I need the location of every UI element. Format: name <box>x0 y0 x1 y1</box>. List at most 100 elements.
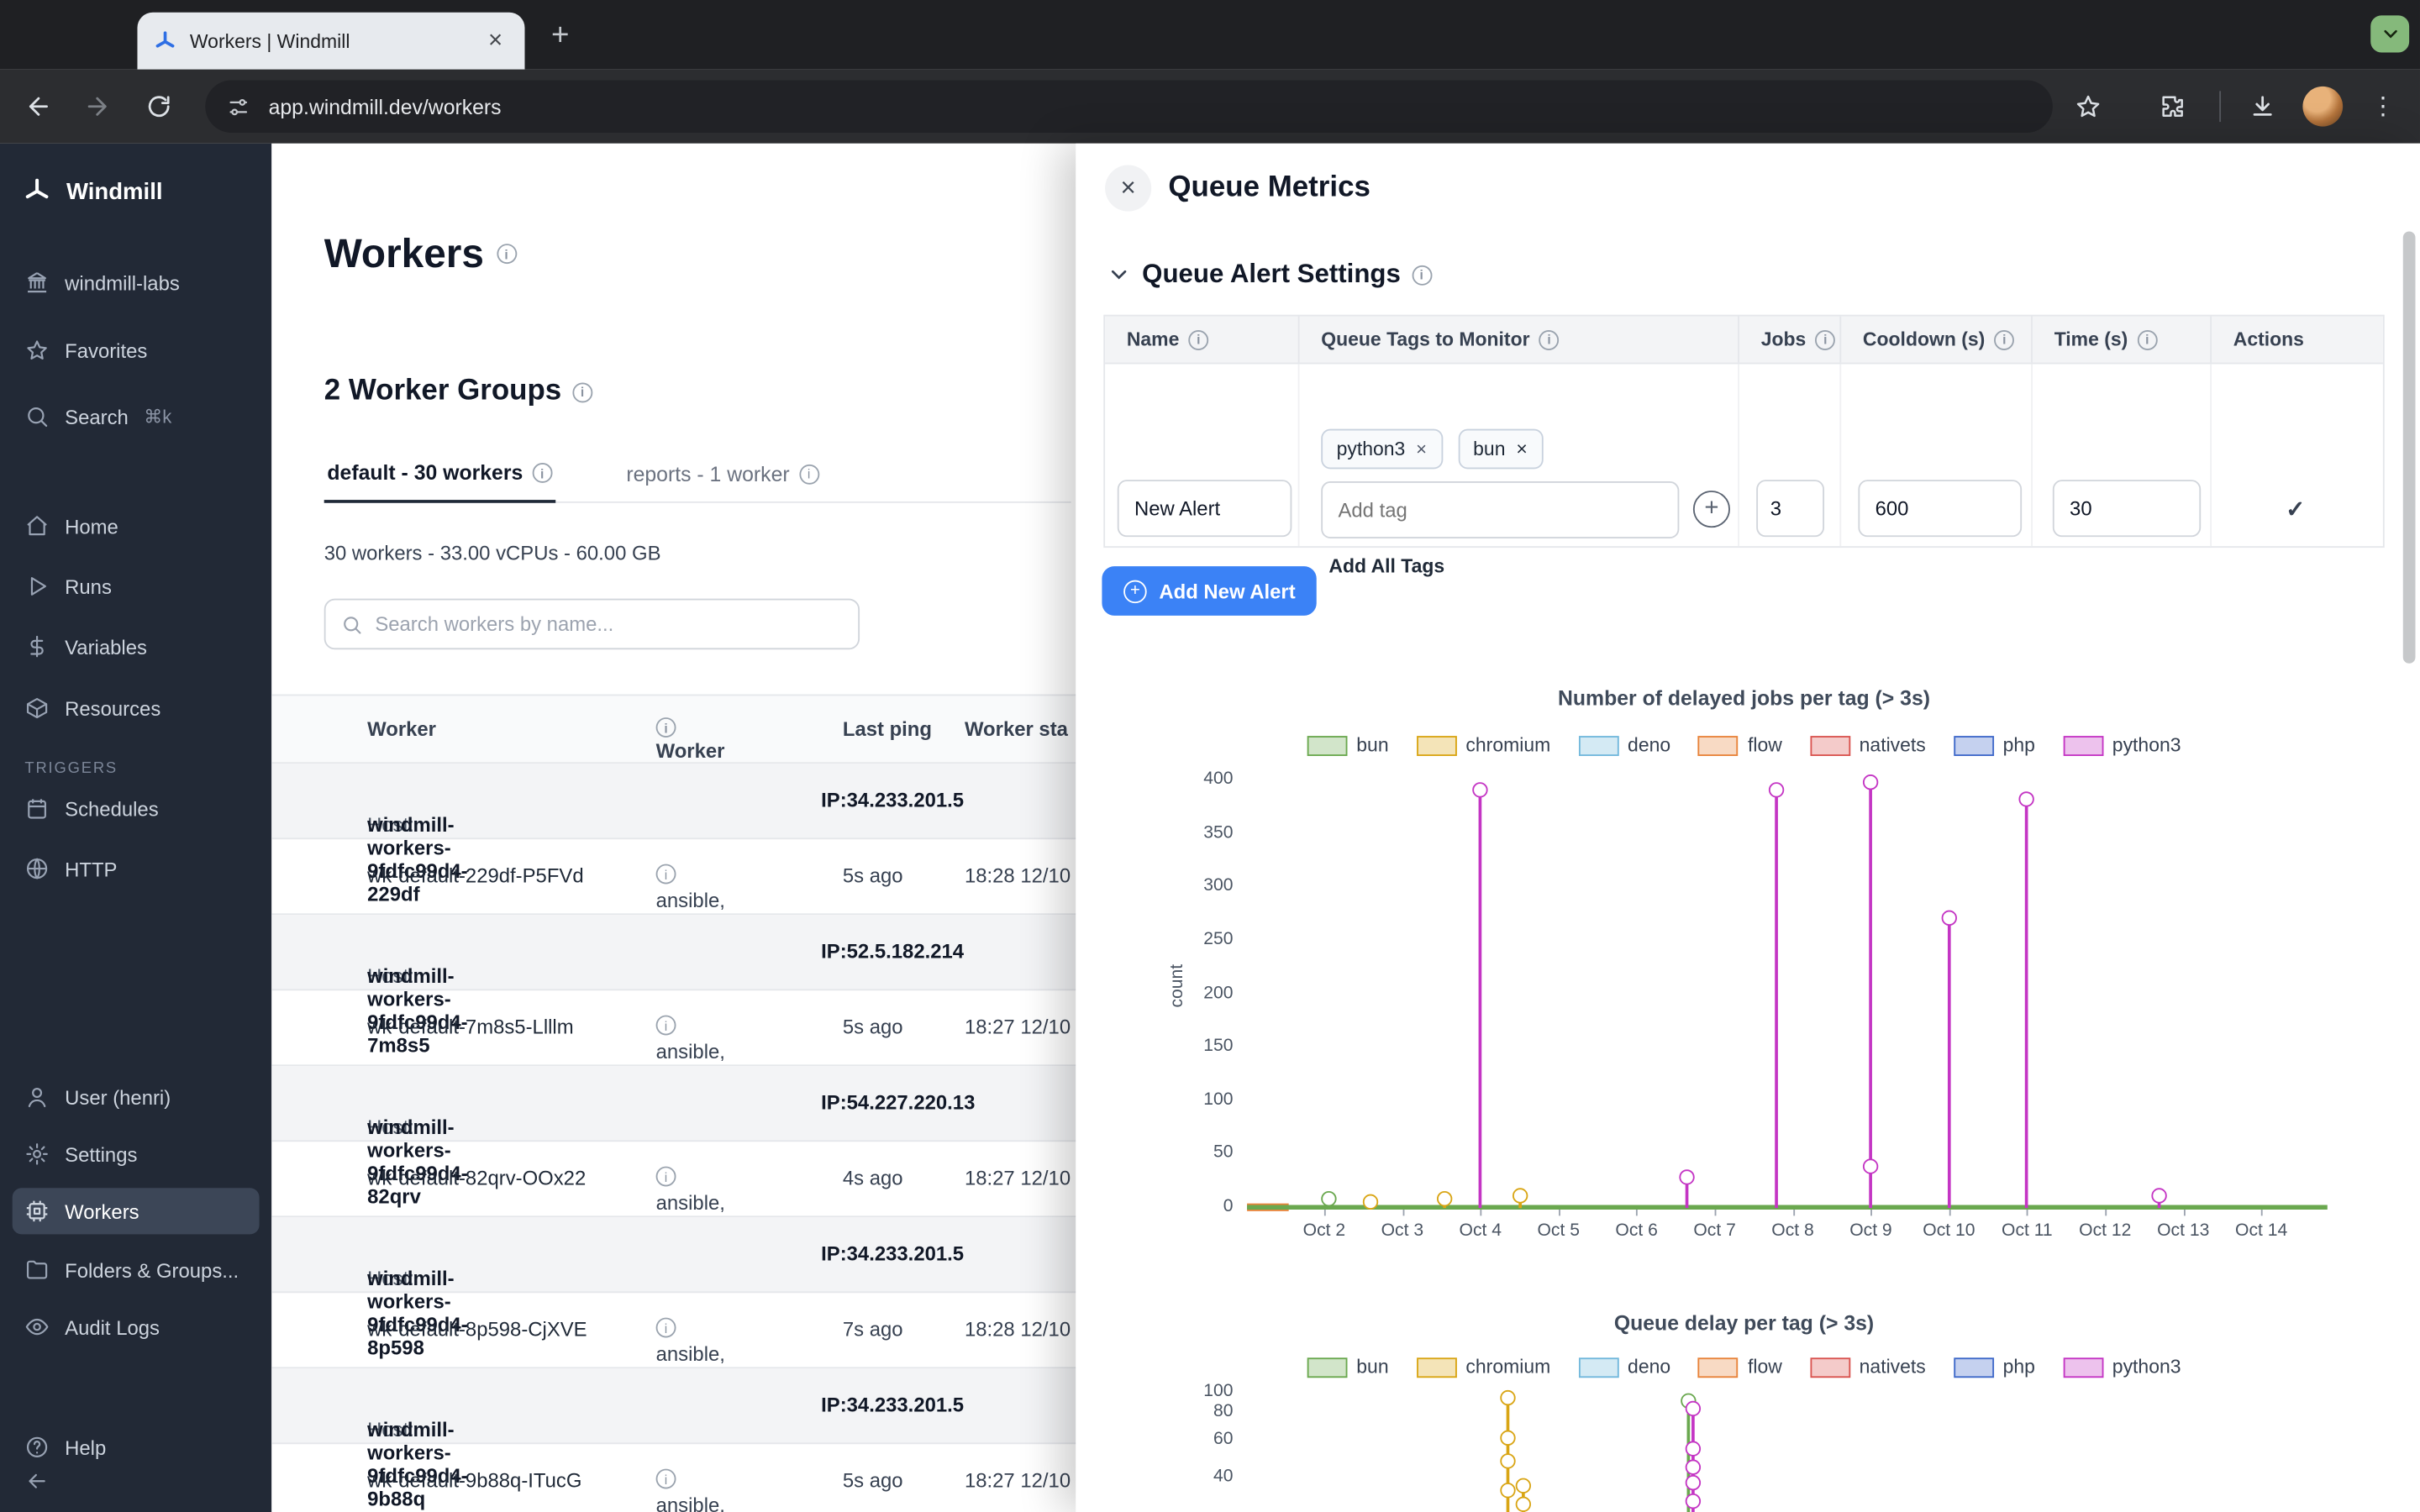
info-icon[interactable] <box>1412 265 1432 285</box>
info-icon[interactable] <box>532 463 552 483</box>
alert-name-input[interactable] <box>1118 480 1292 537</box>
info-icon[interactable] <box>572 382 592 402</box>
worker-search-input[interactable] <box>375 612 843 636</box>
browser-tab[interactable]: Workers | Windmill × <box>137 13 524 70</box>
legend-item-deno[interactable]: deno <box>1578 734 1670 756</box>
cooldown-input[interactable] <box>1858 480 2022 537</box>
add-all-tags-link[interactable]: Add All Tags <box>1328 555 1444 577</box>
remove-tag-icon[interactable]: × <box>1416 438 1427 460</box>
info-icon[interactable] <box>1539 329 1560 349</box>
legend-item-bun[interactable]: bun <box>1307 734 1389 756</box>
windmill-logo[interactable]: Windmill <box>22 166 163 216</box>
sidebar-item-audit-logs[interactable]: Audit Logs <box>13 1304 260 1350</box>
marker-chromium <box>1516 1497 1531 1512</box>
url-text[interactable]: app.windmill.dev/workers <box>269 95 502 118</box>
legend-item-php[interactable]: php <box>1954 1356 2035 1378</box>
extensions-puzzle-icon[interactable] <box>2145 81 2197 133</box>
info-icon[interactable] <box>656 864 676 885</box>
legend-item-nativets[interactable]: nativets <box>1810 734 1926 756</box>
sidebar-item-settings[interactable]: Settings <box>13 1131 260 1177</box>
back-icon[interactable] <box>13 81 65 133</box>
legend-item-nativets[interactable]: nativets <box>1810 1356 1926 1378</box>
x-axis-tick: Oct 2 <box>1286 1222 1363 1241</box>
info-icon[interactable] <box>497 244 517 264</box>
info-icon[interactable] <box>2137 329 2157 349</box>
sidebar-item-folders-groups[interactable]: Folders & Groups... <box>13 1247 260 1293</box>
time-input[interactable] <box>2053 480 2201 537</box>
sidebar-item-home[interactable]: Home <box>13 503 260 549</box>
legend-item-flow[interactable]: flow <box>1698 734 1782 756</box>
reload-icon[interactable] <box>133 81 185 133</box>
search-icon <box>341 613 363 635</box>
info-icon[interactable] <box>1994 329 2014 349</box>
remove-tag-icon[interactable]: × <box>1516 438 1527 460</box>
scrollbar-thumb[interactable] <box>2403 232 2416 664</box>
legend-item-flow[interactable]: flow <box>1698 1356 1782 1378</box>
tab-close-icon[interactable]: × <box>481 27 509 55</box>
info-icon[interactable] <box>656 717 676 738</box>
y-axis-tick: 100 <box>1171 1090 1233 1109</box>
marker-chromium <box>1500 1453 1515 1468</box>
info-icon[interactable] <box>656 1318 676 1338</box>
legend-swatch <box>1810 1357 1850 1377</box>
y-axis-tick: 50 <box>1171 1144 1233 1163</box>
worker-search[interactable] <box>324 599 860 650</box>
sidebar-item-workspace[interactable]: windmill-labs <box>13 260 260 306</box>
tab-reports-group[interactable]: reports - 1 worker <box>623 452 823 501</box>
info-icon[interactable] <box>1815 329 1835 349</box>
forward-icon[interactable] <box>71 81 123 133</box>
queue-alert-settings-header[interactable]: Queue Alert Settings <box>1107 260 1432 291</box>
profile-avatar[interactable] <box>2302 87 2343 127</box>
info-icon[interactable] <box>656 1469 676 1489</box>
legend-label: bun <box>1356 734 1388 756</box>
workspace-icon <box>24 270 49 294</box>
legend-item-deno[interactable]: deno <box>1578 1356 1670 1378</box>
new-tab-button[interactable]: + <box>540 15 581 55</box>
downloads-icon[interactable] <box>2236 81 2288 133</box>
info-icon[interactable] <box>799 464 819 484</box>
collapse-sidebar-button[interactable] <box>13 1458 59 1504</box>
tag-chip-python3: python3 × <box>1321 429 1442 470</box>
legend-label: deno <box>1628 1356 1670 1378</box>
site-settings-icon[interactable] <box>227 95 250 118</box>
info-icon[interactable] <box>656 1167 676 1187</box>
legend-item-python3[interactable]: python3 <box>2063 734 2181 756</box>
chart1-legend: bun chromium deno flow nativets php python3 <box>1158 734 2331 756</box>
marker-python3 <box>1863 775 1878 790</box>
legend-item-chromium[interactable]: chromium <box>1417 1356 1551 1378</box>
close-drawer-button[interactable]: × <box>1105 165 1151 212</box>
confirm-alert-icon[interactable]: ✓ <box>2286 496 2305 523</box>
browser-update-button[interactable] <box>2370 15 2409 52</box>
sidebar-item-favorites[interactable]: Favorites <box>13 327 260 373</box>
legend-swatch <box>1578 1357 1618 1377</box>
legend-item-php[interactable]: php <box>1954 734 2035 756</box>
legend-item-chromium[interactable]: chromium <box>1417 734 1551 756</box>
info-icon[interactable] <box>656 1016 676 1036</box>
sidebar-item-user[interactable]: User (henri) <box>13 1074 260 1120</box>
legend-swatch <box>1810 735 1850 755</box>
add-new-alert-button[interactable]: + Add New Alert <box>1102 566 1317 616</box>
sidebar-item-http[interactable]: HTTP <box>13 846 260 892</box>
marker-chromium <box>1438 1191 1453 1206</box>
sidebar-item-search[interactable]: Search ⌘k <box>13 393 260 439</box>
add-tag-input[interactable] <box>1321 481 1679 538</box>
jobs-input[interactable] <box>1756 480 1824 537</box>
address-bar[interactable]: app.windmill.dev/workers <box>205 81 2053 133</box>
add-tag-button[interactable]: + <box>1693 491 1730 528</box>
legend-item-bun[interactable]: bun <box>1307 1356 1389 1378</box>
stem-bun <box>1327 1200 1330 1208</box>
stem-bun <box>1687 1401 1691 1512</box>
bookmark-star-icon[interactable] <box>2062 81 2114 133</box>
browser-menu-icon[interactable]: ⋮ <box>2357 81 2409 133</box>
sidebar-item-resources[interactable]: Resources <box>13 685 260 732</box>
browser-toolbar: app.windmill.dev/workers ⋮ <box>0 70 2420 144</box>
sidebar-item-schedules[interactable]: Schedules <box>13 785 260 832</box>
info-icon[interactable] <box>1188 329 1208 349</box>
drawer-scrollbar[interactable] <box>2398 144 2420 1512</box>
tab-default-group[interactable]: default - 30 workers <box>324 452 555 503</box>
sidebar-item-runs[interactable]: Runs <box>13 563 260 609</box>
sidebar-item-variables[interactable]: Variables <box>13 623 260 669</box>
marker-python3 <box>1686 1459 1701 1474</box>
legend-item-python3[interactable]: python3 <box>2063 1356 2181 1378</box>
sidebar-item-workers[interactable]: Workers <box>13 1188 260 1234</box>
